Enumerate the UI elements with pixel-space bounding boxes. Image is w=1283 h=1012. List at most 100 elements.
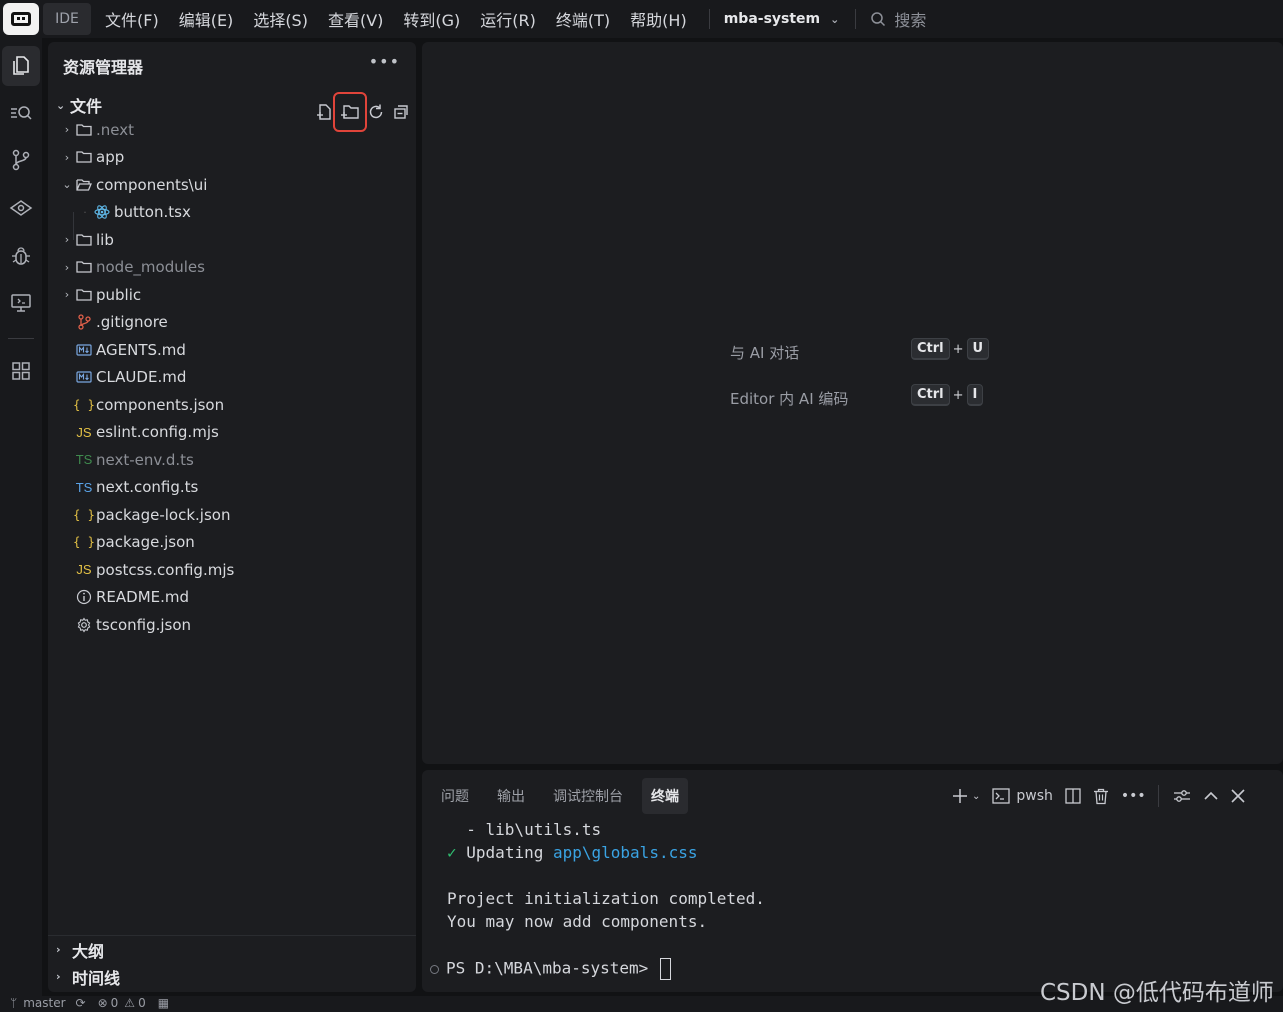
timeline-section-header[interactable]: › 时间线 <box>48 963 416 990</box>
key-cap: Ctrl <box>911 338 950 360</box>
menu-item[interactable]: 转到(G) <box>403 7 460 31</box>
updating-text: Updating <box>466 843 553 862</box>
file-name: README.md <box>96 588 190 607</box>
chevron-right-icon: › <box>56 970 61 983</box>
file-row[interactable]: { } components.json <box>48 391 416 419</box>
menu-item[interactable]: 文件(F) <box>105 7 159 31</box>
more-icon[interactable]: ••• <box>369 52 400 71</box>
terminal-cursor <box>659 958 671 980</box>
error-icon[interactable]: ⊗ <box>98 996 108 1010</box>
info-icon <box>74 589 94 605</box>
remote-icon[interactable] <box>0 283 42 323</box>
folder-row[interactable]: › public <box>48 281 416 309</box>
folder-row[interactable]: ⌄ components\ui <box>48 171 416 199</box>
notification-icon[interactable]: ▦ <box>158 996 169 1010</box>
terminal-output[interactable]: - lib\utils.ts ✓ Updating app\globals.cs… <box>430 820 765 981</box>
search-label: 搜索 <box>894 11 927 30</box>
project-name: mba-system <box>723 11 821 27</box>
branch-name[interactable]: master <box>23 996 65 1010</box>
debug-icon[interactable] <box>0 236 42 276</box>
panel-tab[interactable]: 问题 <box>432 778 478 814</box>
file-row[interactable]: tsconfig.json <box>48 611 416 639</box>
folder-row[interactable]: › .next <box>48 116 416 144</box>
chevron-right-icon: › <box>64 150 70 164</box>
files-section-header[interactable]: ⌄ 文件 <box>56 93 102 117</box>
search-box[interactable]: 搜索 <box>870 7 926 31</box>
folder-row[interactable]: › app <box>48 144 416 172</box>
file-row[interactable]: TS next-env.d.ts <box>48 446 416 474</box>
folder-row[interactable]: › lib <box>48 226 416 254</box>
title-bar: IDE 文件(F) 编辑(E) 选择(S) 查看(V) 转到(G) 运行(R) 终端(T) 帮… <box>0 0 1283 38</box>
prompt-status-icon <box>430 964 439 974</box>
maximize-panel-icon[interactable] <box>1203 784 1219 808</box>
panel-tabs: 问题 输出 调试控制台 终端 <box>432 778 698 814</box>
project-switcher[interactable]: mba-system ⌄ <box>724 11 840 27</box>
more-icon[interactable]: ••• <box>1121 784 1146 808</box>
ai-eye-icon[interactable] <box>0 188 42 228</box>
typescript-icon: TS <box>75 479 93 495</box>
split-terminal-icon[interactable] <box>1065 784 1081 808</box>
file-name: public <box>96 285 142 304</box>
file-row[interactable]: .gitignore <box>48 309 416 337</box>
chevron-right-icon: › <box>64 233 70 247</box>
ide-label[interactable]: IDE <box>43 3 91 35</box>
title-separator <box>855 9 857 29</box>
panel-tab[interactable]: 调试控制台 <box>544 778 632 814</box>
menu-item[interactable]: 编辑(E) <box>179 7 234 31</box>
close-icon[interactable] <box>1231 784 1245 808</box>
file-name: package.json <box>96 533 195 552</box>
chevron-right-icon: › <box>56 943 61 956</box>
file-row[interactable]: JS eslint.config.mjs <box>48 419 416 447</box>
source-control-icon[interactable] <box>0 140 42 180</box>
file-row[interactable]: TS next.config.ts <box>48 474 416 502</box>
explorer-icon[interactable] <box>2 46 40 86</box>
new-terminal-icon[interactable]: ⌄ <box>952 784 980 808</box>
search-icon <box>871 12 886 27</box>
check-mark: ✓ <box>447 843 457 862</box>
file-row[interactable]: JS postcss.config.mjs <box>48 556 416 584</box>
file-row[interactable]: CLAUDE.md <box>48 364 416 392</box>
file-row[interactable]: { } package.json <box>48 529 416 557</box>
panel-tab[interactable]: 输出 <box>488 778 534 814</box>
menu-item[interactable]: 终端(T) <box>556 7 610 31</box>
panel-tab[interactable]: 终端 <box>642 778 688 814</box>
shell-name: pwsh <box>1016 788 1053 804</box>
javascript-icon: JS <box>76 562 92 578</box>
settings-sliders-icon[interactable] <box>1173 784 1191 808</box>
file-row[interactable]: · button.tsx <box>48 199 416 227</box>
sync-icon[interactable]: ⟳ <box>76 996 86 1010</box>
menu-item[interactable]: 帮助(H) <box>630 7 687 31</box>
folder-row[interactable]: › node_modules <box>48 254 416 282</box>
app-logo[interactable] <box>3 3 39 35</box>
folder-icon <box>74 123 94 137</box>
file-name: components\ui <box>96 175 208 194</box>
warning-icon[interactable]: ⚠ <box>124 996 135 1010</box>
menu-item[interactable]: 选择(S) <box>253 7 308 31</box>
file-row[interactable]: README.md <box>48 584 416 612</box>
branch-icon[interactable]: ᛘ <box>10 996 17 1010</box>
folder-icon <box>74 150 94 164</box>
extensions-icon[interactable] <box>0 351 42 391</box>
file-row[interactable]: AGENTS.md <box>48 336 416 364</box>
error-count[interactable]: 0 <box>111 996 119 1010</box>
menu-item[interactable]: 运行(R) <box>480 7 536 31</box>
trash-icon[interactable] <box>1093 784 1109 808</box>
editor-ai-hint: Editor 内 AI 编码 <box>730 390 849 408</box>
tree-spacer: · <box>83 205 87 219</box>
chevron-right-icon: › <box>64 260 70 274</box>
warning-count[interactable]: 0 <box>138 996 146 1010</box>
explorer-sidebar: 资源管理器 ••• ⌄ 文件 › .next › app ⌄ components\ui ·… <box>48 42 416 992</box>
search-files-icon[interactable] <box>0 93 42 133</box>
shell-selector[interactable]: pwsh <box>992 784 1053 808</box>
file-name: package-lock.json <box>96 505 231 524</box>
chevron-down-icon: ⌄ <box>56 98 66 112</box>
terminal-icon <box>992 788 1011 804</box>
editor-area[interactable]: 与 AI 对话 Ctrl + U Editor 内 AI 编码 Ctrl + I <box>422 42 1283 764</box>
file-row[interactable]: { } package-lock.json <box>48 501 416 529</box>
ai-chat-hint: 与 AI 对话 <box>730 344 800 362</box>
indent-guide <box>73 212 74 240</box>
menu-item[interactable]: 查看(V) <box>328 7 383 31</box>
json-icon: { } <box>73 397 95 412</box>
outline-section-header[interactable]: › 大纲 <box>48 936 416 963</box>
